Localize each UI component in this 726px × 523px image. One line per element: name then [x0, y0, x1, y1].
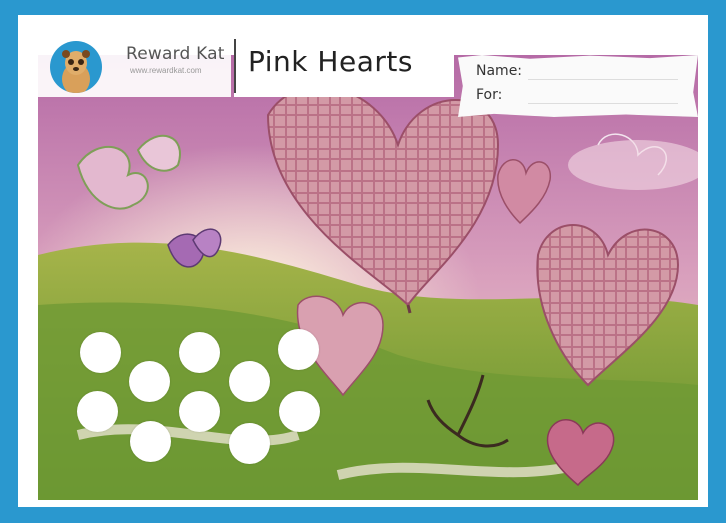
sticker-spot[interactable]: [80, 332, 121, 373]
header: Reward Kat www.rewardkat.com Pink Hearts: [38, 35, 458, 97]
chart-title: Pink Hearts: [248, 45, 413, 78]
title-box: Pink Hearts: [234, 35, 454, 97]
sticker-spot[interactable]: [129, 361, 170, 402]
sticker-spot[interactable]: [179, 332, 220, 373]
for-label: For:: [476, 87, 503, 103]
brand-name: Reward Kat: [126, 44, 225, 64]
sticker-spot[interactable]: [77, 391, 118, 432]
for-field[interactable]: [528, 103, 678, 104]
brand-url: www.rewardkat.com: [130, 66, 202, 75]
sticker-spot[interactable]: [229, 361, 270, 402]
reward-chart-card: Reward Kat www.rewardkat.com Pink Hearts…: [18, 15, 708, 507]
sticker-spot[interactable]: [130, 421, 171, 462]
sticker-spot[interactable]: [278, 329, 319, 370]
title-divider: [234, 39, 236, 93]
name-for-note: Name: For:: [458, 55, 698, 117]
sticker-spot[interactable]: [279, 391, 320, 432]
meerkat-avatar: [50, 41, 102, 93]
name-field[interactable]: [528, 79, 678, 80]
sticker-spot[interactable]: [229, 423, 270, 464]
brand-logo: Reward Kat www.rewardkat.com: [38, 35, 231, 97]
name-label: Name:: [476, 63, 523, 79]
sticker-spot[interactable]: [179, 391, 220, 432]
